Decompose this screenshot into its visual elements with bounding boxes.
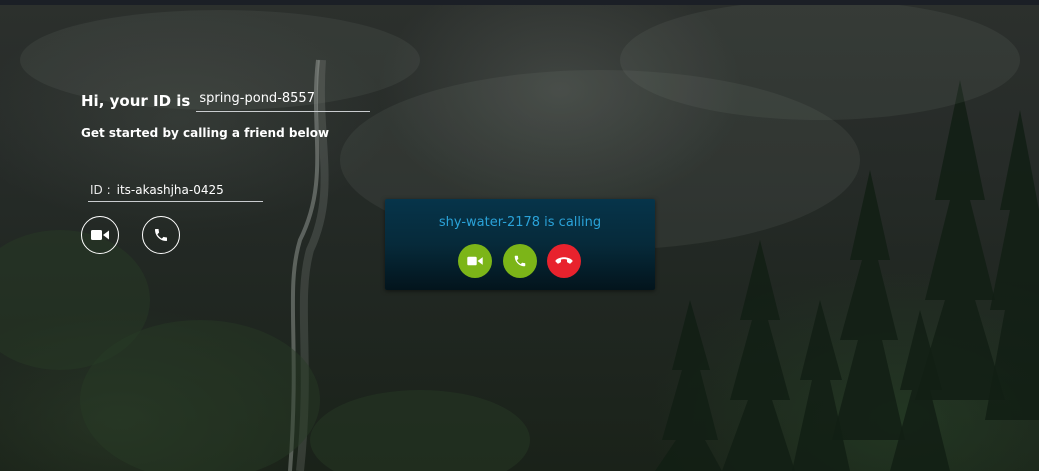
video-call-button[interactable] (81, 216, 119, 254)
greeting: Hi, your ID is spring-pond-8557 (81, 88, 371, 112)
top-bar (0, 0, 1039, 5)
accept-video-button[interactable] (458, 244, 492, 278)
app-window: Hi, your ID is spring-pond-8557 Get star… (0, 0, 1039, 471)
subtitle: Get started by calling a friend below (81, 126, 330, 140)
incoming-call-message: shy-water-2178 is calling (438, 215, 602, 230)
video-camera-icon (467, 256, 483, 266)
friend-id-value: its-akashjha-0425 (116, 182, 224, 197)
reject-call-button[interactable] (547, 244, 581, 278)
greeting-label: Hi, your ID is (81, 92, 191, 110)
accept-audio-button[interactable] (503, 244, 537, 278)
my-id-field[interactable]: spring-pond-8557 (196, 88, 371, 112)
phone-icon (155, 229, 167, 241)
video-camera-icon (91, 230, 109, 240)
audio-call-button[interactable] (142, 216, 180, 254)
hang-up-icon (555, 257, 573, 264)
friend-id-input[interactable]: ID : its-akashjha-0425 (88, 178, 263, 202)
phone-icon (514, 255, 526, 267)
friend-id-prefix: ID : (90, 182, 111, 197)
incoming-call-panel: shy-water-2178 is calling (385, 199, 655, 290)
